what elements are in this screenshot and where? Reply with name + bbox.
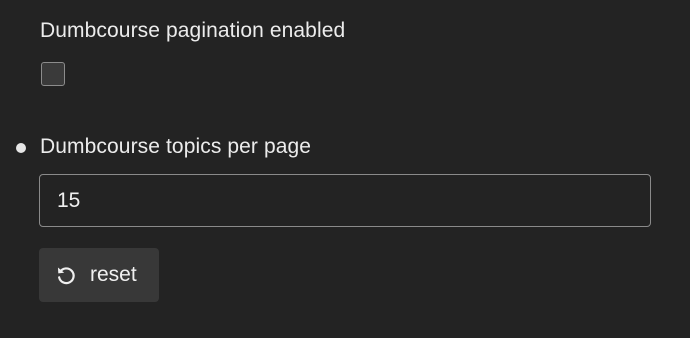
pagination-enabled-label: Dumbcourse pagination enabled [40, 19, 346, 42]
pagination-enabled-checkbox[interactable] [41, 62, 65, 86]
topics-per-page-input[interactable] [39, 174, 651, 227]
reset-button[interactable]: reset [39, 248, 159, 302]
undo-icon [55, 264, 77, 286]
topics-per-page-label: Dumbcourse topics per page [40, 135, 312, 158]
reset-button-label: reset [90, 263, 137, 286]
overridden-dot-indicator [16, 143, 26, 153]
